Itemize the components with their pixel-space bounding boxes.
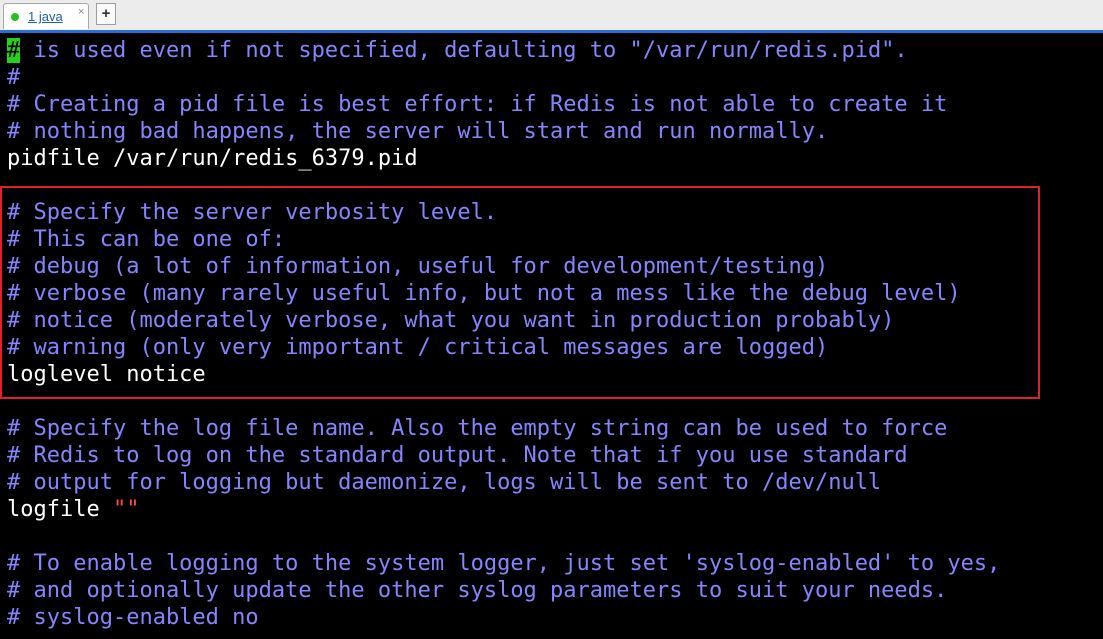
new-tab-button[interactable]: + bbox=[96, 3, 116, 25]
terminal-line: # bbox=[7, 65, 21, 90]
terminal-cursor: # bbox=[7, 38, 21, 63]
terminal-line: # syslog-enabled no bbox=[7, 605, 259, 630]
line-text: logfile bbox=[7, 497, 113, 522]
connection-status-icon bbox=[11, 13, 19, 21]
terminal-line: # and optionally update the other syslog… bbox=[7, 578, 948, 603]
highlight-box bbox=[0, 186, 1040, 399]
tab-java[interactable]: 1 java × bbox=[3, 3, 89, 29]
terminal-line: # nothing bad happens, the server will s… bbox=[7, 119, 829, 144]
terminal-line: # Creating a pid file is best effort: if… bbox=[7, 92, 948, 117]
tab-underline bbox=[0, 30, 1103, 33]
logfile-value: "" bbox=[112, 497, 140, 522]
terminal-line: # To enable logging to the system logger… bbox=[7, 551, 1001, 576]
tab-label[interactable]: 1 java bbox=[28, 9, 63, 24]
line-text: is used even if not specified, defaultin… bbox=[20, 38, 908, 63]
terminal-line: logfile "" bbox=[7, 496, 1103, 523]
terminal-line: # Redis to log on the standard output. N… bbox=[7, 443, 908, 468]
terminal-line: pidfile /var/run/redis_6379.pid bbox=[7, 146, 418, 171]
terminal-line: # is used even if not specified, default… bbox=[7, 37, 1103, 64]
tab-bar: 1 java × + bbox=[0, 0, 1103, 31]
terminal-line: # Specify the log file name. Also the em… bbox=[7, 416, 948, 441]
close-tab-icon[interactable]: × bbox=[78, 6, 84, 18]
terminal-line: # output for logging but daemonize, logs… bbox=[7, 470, 882, 495]
